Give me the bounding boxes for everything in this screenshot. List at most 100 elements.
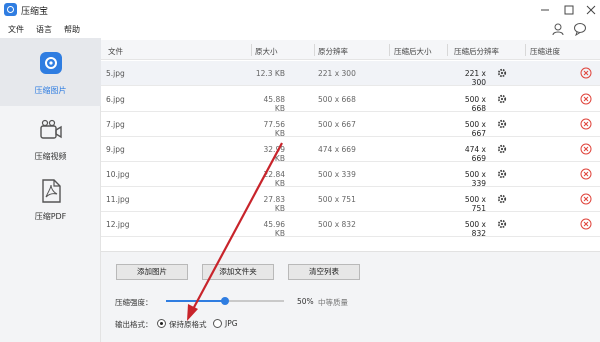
original-resolution: 474 x 669	[318, 145, 356, 154]
close-icon	[586, 5, 596, 15]
compressed-resolution: 500 x 751	[464, 195, 486, 213]
file-name: 9.jpg	[106, 145, 125, 154]
column-divider	[389, 44, 390, 56]
add-image-button[interactable]: 添加图片	[116, 264, 188, 280]
column-header-progress: 压缩进度	[530, 47, 560, 56]
original-resolution: 500 x 832	[318, 220, 356, 229]
compressed-resolution: 500 x 339	[464, 170, 486, 188]
column-divider	[525, 44, 526, 56]
sidebar: 压缩图片 压缩视频 压缩PDF	[0, 38, 101, 342]
menu-bar: 文件 语言 帮助	[0, 20, 600, 38]
compression-slider[interactable]	[166, 297, 284, 305]
original-resolution: 500 x 667	[318, 120, 356, 129]
original-resolution: 500 x 751	[318, 195, 356, 204]
file-name: 10.jpg	[106, 170, 130, 179]
column-header-original-size: 原大小	[255, 47, 278, 56]
original-size: 22.84 KB	[263, 170, 285, 188]
delete-icon[interactable]	[580, 93, 592, 105]
delete-icon[interactable]	[580, 67, 592, 79]
menu-help[interactable]: 帮助	[64, 24, 80, 35]
delete-icon[interactable]	[580, 218, 592, 230]
table-row[interactable]: 9.jpg 32.99 KB 474 x 669 474 x 669	[101, 137, 600, 163]
quality-level-text: 中等质量	[318, 298, 348, 307]
menu-file[interactable]: 文件	[8, 24, 24, 35]
compressed-resolution: 500 x 832	[464, 220, 486, 238]
gear-icon[interactable]	[497, 169, 507, 179]
column-header-original-resolution: 原分辨率	[318, 47, 348, 56]
original-size: 12.3 KB	[255, 69, 285, 78]
original-size: 45.96 KB	[263, 220, 285, 238]
video-compress-icon	[40, 119, 62, 139]
compressed-resolution: 500 x 667	[464, 120, 486, 138]
radio-jpg[interactable]	[213, 319, 222, 328]
column-header-compressed-size: 压缩后大小	[394, 47, 432, 56]
gear-icon[interactable]	[497, 219, 507, 229]
sidebar-item-label: 压缩PDF	[34, 212, 67, 221]
compressed-resolution: 221 x 300	[464, 69, 486, 87]
gear-icon[interactable]	[497, 119, 507, 129]
minimize-button[interactable]	[536, 2, 554, 18]
compression-value: 50%	[297, 297, 314, 306]
table-row[interactable]: 7.jpg 77.56 KB 500 x 667 500 x 667	[101, 112, 600, 138]
image-compress-icon	[40, 52, 62, 74]
column-divider	[314, 44, 315, 56]
app-logo-icon	[4, 3, 17, 16]
pdf-compress-icon	[42, 179, 61, 203]
maximize-icon	[564, 5, 574, 15]
original-resolution: 500 x 339	[318, 170, 356, 179]
original-size: 27.83 KB	[263, 195, 285, 213]
column-divider	[447, 44, 448, 56]
compressed-resolution: 474 x 669	[464, 145, 486, 163]
sidebar-item-compress-image[interactable]: 压缩图片	[0, 38, 101, 106]
sidebar-item-label: 压缩视频	[34, 152, 67, 161]
file-name: 11.jpg	[106, 195, 130, 204]
file-name: 5.jpg	[106, 69, 125, 78]
delete-icon[interactable]	[580, 118, 592, 130]
gear-icon[interactable]	[497, 94, 507, 104]
compressed-resolution: 500 x 668	[464, 95, 486, 113]
file-name: 7.jpg	[106, 120, 125, 129]
maximize-button[interactable]	[560, 2, 578, 18]
table-row[interactable]: 10.jpg 22.84 KB 500 x 339 500 x 339	[101, 162, 600, 188]
clear-list-button[interactable]: 清空列表	[288, 264, 360, 280]
gear-icon[interactable]	[497, 194, 507, 204]
delete-icon[interactable]	[580, 143, 592, 155]
app-title: 压缩宝	[21, 7, 49, 17]
slider-thumb[interactable]	[221, 297, 229, 305]
sidebar-item-label: 压缩图片	[34, 86, 67, 95]
add-folder-button[interactable]: 添加文件夹	[202, 264, 274, 280]
column-divider	[251, 44, 252, 56]
radio-keep-format[interactable]	[157, 319, 166, 328]
table-row[interactable]: 5.jpg 12.3 KB 221 x 300 221 x 300	[101, 61, 600, 87]
slider-fill	[166, 300, 225, 302]
table-row[interactable]: 6.jpg 45.88 KB 500 x 668 500 x 668	[101, 87, 600, 113]
chat-icon[interactable]	[573, 22, 587, 36]
user-icon[interactable]	[551, 22, 565, 36]
radio-jpg-label[interactable]: JPG	[225, 319, 238, 328]
original-resolution: 500 x 668	[318, 95, 356, 104]
sidebar-item-compress-pdf[interactable]: 压缩PDF	[0, 174, 101, 242]
original-size: 77.56 KB	[263, 120, 285, 138]
column-header-file: 文件	[108, 47, 123, 56]
original-resolution: 221 x 300	[318, 69, 356, 78]
title-bar: 压缩宝	[0, 0, 600, 20]
table-header: 文件 原大小 原分辨率 压缩后大小 压缩后分辨率 压缩进度	[101, 40, 600, 60]
gear-icon[interactable]	[497, 68, 507, 78]
original-size: 32.99 KB	[263, 145, 285, 163]
table-row[interactable]: 12.jpg 45.96 KB 500 x 832 500 x 832	[101, 212, 600, 238]
gear-icon[interactable]	[497, 144, 507, 154]
delete-icon[interactable]	[580, 168, 592, 180]
menu-language[interactable]: 语言	[36, 24, 52, 35]
file-name: 6.jpg	[106, 95, 125, 104]
delete-icon[interactable]	[580, 193, 592, 205]
table-row[interactable]: 11.jpg 27.83 KB 500 x 751 500 x 751	[101, 187, 600, 213]
minimize-icon	[541, 9, 549, 11]
sidebar-item-compress-video[interactable]: 压缩视频	[0, 110, 101, 178]
column-header-compressed-resolution: 压缩后分辨率	[454, 47, 499, 56]
settings-panel: 添加图片 添加文件夹 清空列表 压缩强度： 50% 中等质量 输出格式： 保持原…	[101, 251, 600, 342]
file-name: 12.jpg	[106, 220, 130, 229]
output-format-label: 输出格式：	[115, 320, 153, 329]
close-button[interactable]	[582, 2, 600, 18]
radio-keep-format-label[interactable]: 保持原格式	[169, 319, 207, 330]
original-size: 45.88 KB	[263, 95, 285, 113]
